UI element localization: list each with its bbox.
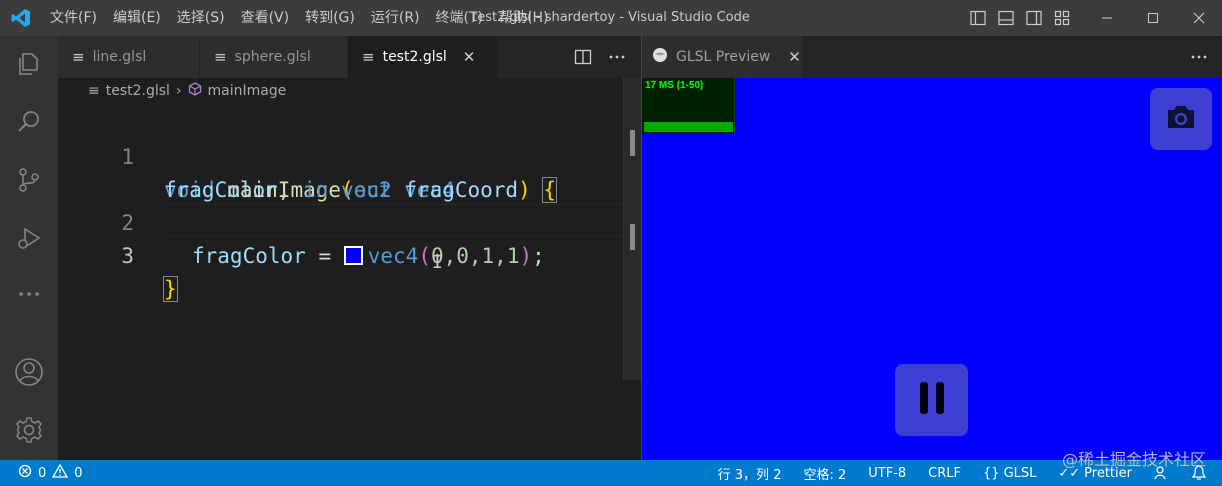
error-icon xyxy=(18,464,32,482)
code-line: 2 fragColor = vec4(0,0,1,1); xyxy=(58,174,623,268)
close-window-icon[interactable] xyxy=(1176,0,1222,36)
menu-edit[interactable]: 编辑(E) xyxy=(105,0,169,36)
braces-icon: {} xyxy=(983,465,1000,481)
file-lines-icon: ≡ xyxy=(72,48,85,66)
settings-gear-icon[interactable] xyxy=(0,406,58,454)
split-editor-icon[interactable] xyxy=(571,45,595,69)
minimize-icon[interactable] xyxy=(1084,0,1130,36)
breadcrumb-symbol[interactable]: mainImage xyxy=(208,83,287,99)
scrollbar-marker xyxy=(630,130,635,156)
accounts-icon[interactable] xyxy=(0,348,58,396)
token-type: vec4 xyxy=(367,244,419,268)
warning-count: 0 xyxy=(74,465,83,481)
customize-layout-icon[interactable] xyxy=(1050,6,1074,30)
chevron-right-icon: › xyxy=(175,83,182,99)
tab-label: line.glsl xyxy=(92,49,147,65)
editor-group: ≡ line.glsl ≡ sphere.glsl ≡ test2.glsl ✕… xyxy=(58,36,641,460)
menu-terminal[interactable]: 终端(T) xyxy=(428,0,491,36)
menu-file[interactable]: 文件(F) xyxy=(42,0,105,36)
tab-glsl-preview[interactable]: GLSL Preview ✕ xyxy=(642,36,802,78)
tab-sphere-glsl[interactable]: ≡ sphere.glsl xyxy=(200,36,348,78)
line-number: 3 xyxy=(121,244,134,268)
symbol-method-icon xyxy=(188,82,202,100)
watermark: @稀土掘金技术社区 xyxy=(1061,450,1206,469)
camera-icon xyxy=(1165,104,1197,134)
glsl-preview-panel: GLSL Preview ✕ 17 MS (1-50) xyxy=(641,36,1222,460)
more-actions-icon[interactable] xyxy=(605,45,629,69)
error-count: 0 xyxy=(38,465,47,481)
token-operator: = xyxy=(305,244,344,268)
screenshot-button[interactable] xyxy=(1150,88,1212,150)
menu-bar: 文件(F) 编辑(E) 选择(S) 查看(V) 转到(G) 运行(R) 终端(T… xyxy=(42,0,556,36)
menu-view[interactable]: 查看(V) xyxy=(233,0,298,36)
code-line: 3 } xyxy=(58,207,623,302)
close-tab-icon[interactable]: ✕ xyxy=(788,48,801,66)
file-lines-icon: ≡ xyxy=(362,48,375,66)
vscode-logo-icon xyxy=(0,0,42,36)
toggle-panel-icon[interactable] xyxy=(994,6,1018,30)
stats-label: 17 MS (1-50) xyxy=(645,80,704,91)
problems-status[interactable]: 0 0 xyxy=(18,460,83,486)
cursor-position[interactable]: 行 3，列 2 xyxy=(718,464,782,483)
menu-help[interactable]: 帮助(H) xyxy=(491,0,556,36)
pause-button[interactable] xyxy=(895,364,968,436)
editor-actions xyxy=(571,45,629,69)
editor-scrollbar[interactable] xyxy=(623,78,641,380)
search-icon[interactable] xyxy=(0,98,58,146)
status-bar: 0 0 行 3，列 2 空格: 2 UTF-8 CRLF {} GLSL ✓✓ … xyxy=(0,460,1222,486)
code-line-wrapped: fragColor, in vec2 fragCoord) { xyxy=(58,141,623,203)
maximize-icon[interactable] xyxy=(1130,0,1176,36)
menu-run[interactable]: 运行(R) xyxy=(363,0,428,36)
tab-label: GLSL Preview xyxy=(676,49,771,65)
token-variable: fragColor xyxy=(192,244,306,268)
code-editor[interactable]: 1 void mainImage(out vec4 fragColor, in … xyxy=(58,108,623,302)
preview-tabs: GLSL Preview ✕ xyxy=(642,36,1222,78)
token-brace: } xyxy=(163,276,178,302)
breadcrumb-file-icon: ≡ xyxy=(88,83,100,99)
layout-controls xyxy=(966,6,1074,30)
language-label: GLSL xyxy=(1003,465,1037,481)
toggle-secondary-sidebar-icon[interactable] xyxy=(1022,6,1046,30)
token-paren: ) xyxy=(519,244,533,268)
text-cursor-icon: I xyxy=(432,252,443,273)
encoding[interactable]: UTF-8 xyxy=(868,466,906,481)
editor-tabs: ≡ line.glsl ≡ sphere.glsl ≡ test2.glsl ✕ xyxy=(58,36,641,78)
preview-globe-icon xyxy=(652,47,668,67)
code-line: 1 void mainImage(out vec4 xyxy=(58,108,623,202)
close-tab-icon[interactable]: ✕ xyxy=(463,48,476,66)
more-actions-icon[interactable] xyxy=(1187,45,1211,69)
stats-graph xyxy=(644,122,733,132)
indentation[interactable]: 空格: 2 xyxy=(803,464,846,483)
menu-selection[interactable]: 选择(S) xyxy=(169,0,233,36)
end-of-line[interactable]: CRLF xyxy=(928,466,961,481)
source-control-icon[interactable] xyxy=(0,156,58,204)
tab-label: test2.glsl xyxy=(382,49,447,65)
token-punct: ; xyxy=(532,244,545,268)
warning-icon xyxy=(52,463,69,482)
code-text: fragColor = vec4(0,0,1,1); xyxy=(192,240,545,273)
fps-stats-panel[interactable]: 17 MS (1-50) xyxy=(642,78,735,134)
title-bar: 文件(F) 编辑(E) 选择(S) 查看(V) 转到(G) 运行(R) 终端(T… xyxy=(0,0,1222,36)
tab-test2-glsl[interactable]: ≡ test2.glsl ✕ xyxy=(348,36,498,78)
run-debug-icon[interactable] xyxy=(0,214,58,262)
token-paren: ( xyxy=(418,244,431,268)
breadcrumb-file[interactable]: test2.glsl xyxy=(106,83,170,99)
breadcrumb: ≡ test2.glsl › mainImage xyxy=(88,80,286,102)
menu-go[interactable]: 转到(G) xyxy=(297,0,363,36)
scrollbar-marker xyxy=(630,224,635,250)
more-views-icon[interactable] xyxy=(0,270,58,318)
code-text: } xyxy=(163,273,178,306)
color-swatch[interactable] xyxy=(343,246,363,265)
file-lines-icon: ≡ xyxy=(214,48,227,66)
explorer-icon[interactable] xyxy=(0,40,58,88)
toggle-sidebar-icon[interactable] xyxy=(966,6,990,30)
tab-line-glsl[interactable]: ≡ line.glsl xyxy=(58,36,200,78)
window-controls xyxy=(1084,0,1222,36)
pause-icon xyxy=(917,381,947,419)
language-mode[interactable]: {} GLSL xyxy=(983,466,1036,481)
activity-bar xyxy=(0,36,58,460)
tab-label: sphere.glsl xyxy=(234,49,311,65)
token-number: 0,0,1,1 xyxy=(430,244,520,268)
